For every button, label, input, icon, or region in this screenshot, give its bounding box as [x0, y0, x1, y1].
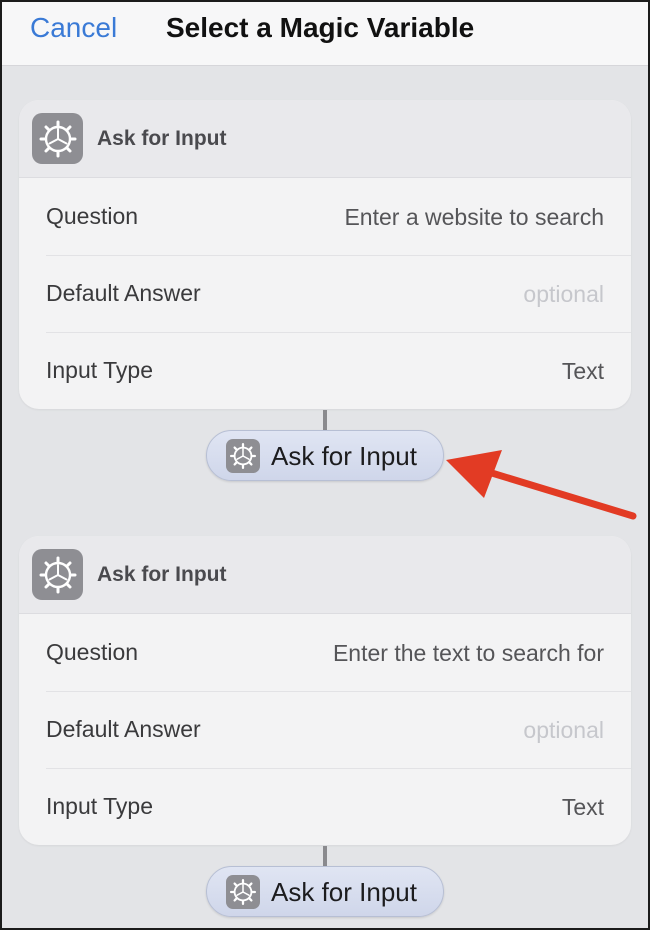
question-value[interactable]: Enter the text to search for [333, 614, 604, 692]
action-card-ask-for-input-1: Ask for Input Question Enter a website t… [19, 100, 631, 409]
row-label: Input Type [46, 793, 153, 819]
row-label: Input Type [46, 357, 153, 383]
page-title: Select a Magic Variable [166, 12, 475, 43]
row-label: Question [46, 203, 139, 229]
connector-line [323, 410, 327, 430]
default-answer-field[interactable]: optional [523, 255, 604, 333]
default-answer-field[interactable]: optional [523, 691, 604, 769]
variable-label: Ask for Input [271, 441, 417, 471]
card-title: Ask for Input [97, 127, 227, 150]
annotation-arrow-icon [446, 450, 637, 520]
question-row[interactable]: Question Enter a website to search [19, 178, 631, 255]
gear-icon [226, 439, 260, 473]
input-type-value[interactable]: Text [562, 768, 604, 845]
row-label: Default Answer [46, 716, 201, 742]
variable-label: Ask for Input [271, 877, 417, 907]
input-type-value[interactable]: Text [562, 332, 604, 409]
gear-icon [32, 113, 83, 164]
question-value[interactable]: Enter a website to search [344, 178, 604, 256]
card-title: Ask for Input [97, 563, 227, 586]
row-label: Default Answer [46, 280, 201, 306]
input-type-row[interactable]: Input Type Text [19, 768, 631, 845]
nav-bar: Cancel Select a Magic Variable [0, 0, 650, 66]
card-header: Ask for Input [19, 100, 631, 178]
default-answer-row[interactable]: Default Answer optional [19, 691, 631, 768]
question-row[interactable]: Question Enter the text to search for [19, 614, 631, 691]
default-answer-row[interactable]: Default Answer optional [19, 255, 631, 332]
gear-icon [32, 549, 83, 600]
magic-variable-ask-for-input-2[interactable]: Ask for Input [206, 866, 444, 917]
cancel-button[interactable]: Cancel [30, 8, 117, 48]
magic-variable-ask-for-input-1[interactable]: Ask for Input [206, 430, 444, 481]
row-label: Question [46, 639, 139, 665]
action-card-ask-for-input-2: Ask for Input Question Enter the text to… [19, 536, 631, 845]
input-type-row[interactable]: Input Type Text [19, 332, 631, 409]
connector-line [323, 846, 327, 866]
card-header: Ask for Input [19, 536, 631, 614]
gear-icon [226, 875, 260, 909]
